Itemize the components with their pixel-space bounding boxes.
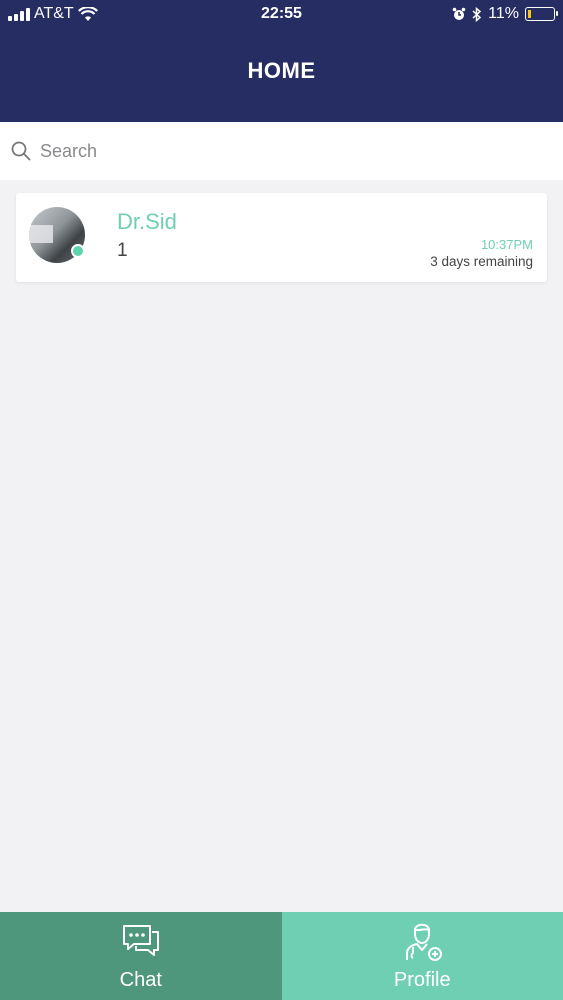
- contact-name: Dr.Sid: [117, 209, 177, 234]
- tab-label-chat: Chat: [119, 969, 162, 991]
- battery-icon: [525, 7, 558, 21]
- chat-list-item[interactable]: Dr.Sid 1 10:37PM 3 days remaining: [16, 193, 547, 282]
- status-bar: AT&T 22:55 11%: [0, 0, 563, 30]
- battery-percent: 11%: [488, 5, 519, 22]
- alarm-icon: [452, 7, 466, 20]
- doctor-profile-icon: [406, 923, 443, 961]
- bluetooth-icon: [472, 6, 482, 22]
- search-bar[interactable]: [0, 122, 563, 180]
- app-header: AT&T 22:55 11% HOME: [0, 0, 563, 122]
- tab-chat[interactable]: Chat: [0, 912, 282, 1000]
- tab-profile[interactable]: Profile: [281, 912, 563, 1000]
- search-input[interactable]: [40, 140, 520, 162]
- tab-label-profile: Profile: [393, 969, 451, 991]
- chat-bubbles-icon: [122, 925, 159, 956]
- last-message: 1: [117, 240, 128, 261]
- online-status-indicator: [71, 244, 85, 258]
- message-time: 10:37PM: [480, 237, 533, 252]
- page-title: HOME: [247, 58, 316, 83]
- search-icon: [11, 141, 31, 161]
- remaining-days: 3 days remaining: [430, 254, 533, 269]
- bottom-tab-bar: Chat Profile: [0, 912, 563, 1000]
